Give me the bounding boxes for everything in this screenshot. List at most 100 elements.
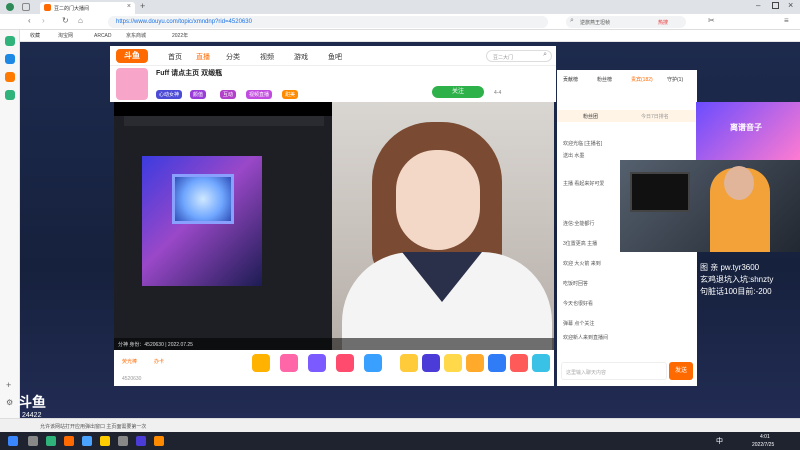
gift-icon[interactable] xyxy=(422,354,440,372)
sidebar-settings-icon[interactable]: ⚙ xyxy=(6,398,13,407)
stage-window xyxy=(172,174,234,224)
home-icon[interactable]: ⌂ xyxy=(78,16,83,25)
chat-tab[interactable]: 贵宾(182) xyxy=(631,76,653,83)
gift-icon[interactable] xyxy=(488,354,506,372)
start-icon[interactable] xyxy=(8,436,18,446)
search-icon[interactable] xyxy=(28,436,38,446)
browser-taskbar-icon[interactable] xyxy=(46,436,56,446)
overlay-line: 玄鸡退坑入坑:shnzty xyxy=(700,275,774,284)
tab-close-icon[interactable]: × xyxy=(127,3,131,10)
chat-message: 欢迎新人来到直播间 xyxy=(563,335,609,341)
chat-message: 弹幕 点个关注 xyxy=(563,321,595,327)
send-button[interactable]: 发送 xyxy=(669,362,693,380)
nav-yuba[interactable]: 鱼吧 xyxy=(328,52,342,62)
input-language[interactable]: 中 xyxy=(716,436,723,446)
window-close-icon[interactable]: × xyxy=(788,0,793,10)
gift-icon[interactable] xyxy=(252,354,270,372)
nav-game[interactable]: 游戏 xyxy=(294,52,308,62)
chat-tab[interactable]: 守护(1) xyxy=(667,76,683,83)
gift-icon[interactable] xyxy=(400,354,418,372)
gift-icon[interactable] xyxy=(444,354,462,372)
streamer-video xyxy=(332,102,554,350)
sidebar-app-icon[interactable] xyxy=(5,72,15,82)
gift-icon[interactable] xyxy=(280,354,298,372)
douyu-watermark: 斗鱼 xyxy=(18,394,46,410)
browser-icon[interactable] xyxy=(6,3,14,11)
browser-search-text: 逆旅燕王坦帧 xyxy=(580,20,611,26)
nav-home[interactable]: 首页 xyxy=(168,52,182,62)
forward-icon[interactable]: › xyxy=(42,16,45,25)
window-maximize-icon[interactable] xyxy=(772,2,779,9)
bookmark-item[interactable]: 京东商城 xyxy=(126,32,146,40)
hot-badge: 热搜 xyxy=(658,20,669,26)
nav-live[interactable]: 直播 xyxy=(196,52,210,62)
app-taskbar-icon[interactable] xyxy=(82,436,92,446)
site-search-input[interactable]: 豆二大门 ⌕ xyxy=(486,50,552,62)
menu-icon[interactable] xyxy=(22,3,30,11)
chat-input[interactable]: 这里输入聊天内容 xyxy=(561,362,667,380)
gift-icon[interactable] xyxy=(510,354,528,372)
bookmark-item[interactable]: 2022年 xyxy=(172,32,188,40)
video-player[interactable]: 分神 身份：4520630 | 2022.07.25 xyxy=(114,102,554,350)
site-search-icon[interactable]: ⌕ xyxy=(543,51,547,59)
bookmark-item[interactable]: 收藏 xyxy=(30,32,40,40)
gift-icon[interactable] xyxy=(308,354,326,372)
chat-message: 连信:全能都行 xyxy=(563,221,595,227)
fan-club-title: 粉丝团 xyxy=(583,114,599,120)
streamer-avatar[interactable] xyxy=(116,68,148,100)
nav-video[interactable]: 视频 xyxy=(260,52,274,62)
extensions-icon[interactable]: ✂ xyxy=(708,16,715,25)
bookmark-item[interactable]: ARCAD xyxy=(94,32,112,40)
sidebar-add-icon[interactable]: + xyxy=(6,380,11,390)
promo-banner[interactable]: 离谱音子 xyxy=(696,102,800,160)
bookmark-item[interactable]: 淘宝网 xyxy=(58,32,73,40)
sidebar-app-icon[interactable] xyxy=(5,90,15,100)
room-header: Fuff 请点主页 双缎瓶 心动女神 颜值 互动 视频直播 甜美 关注 4-4 xyxy=(110,66,556,102)
window-minimize-icon[interactable]: – xyxy=(756,1,760,10)
url-field[interactable]: https://www.douyu.com/topic/xmndnp?rid=4… xyxy=(108,16,548,28)
room-tag[interactable]: 心动女神 xyxy=(156,90,183,99)
gift-label[interactable]: 荧光棒 xyxy=(122,358,137,365)
clock-date[interactable]: 2022/7/25 xyxy=(752,442,774,448)
site-nav: 斗鱼 首页 直播 分类 视频 游戏 鱼吧 豆二大门 ⌕ xyxy=(110,46,556,66)
room-tag[interactable]: 互动 xyxy=(220,90,237,99)
app-taskbar-icon[interactable] xyxy=(154,436,164,446)
gift-icon[interactable] xyxy=(532,354,550,372)
chat-tab[interactable]: 贡献榜 xyxy=(563,76,578,83)
room-tag[interactable]: 甜美 xyxy=(282,90,299,99)
address-toolbar: ‹ › ↻ ⌂ https://www.douyu.com/topic/xmnd… xyxy=(0,14,800,30)
room-tag[interactable]: 视频直播 xyxy=(246,90,273,99)
app-taskbar-icon[interactable] xyxy=(118,436,128,446)
sidebar-app-icon[interactable] xyxy=(5,54,15,64)
reload-icon[interactable]: ↻ xyxy=(62,16,69,25)
cam-person-head xyxy=(724,166,754,200)
sidebar-app-icon[interactable] xyxy=(5,36,15,46)
nav-category[interactable]: 分类 xyxy=(226,52,240,62)
browser-tab[interactable]: 豆二的门大播间 × xyxy=(40,2,135,14)
chat-message: 送出 水墨 xyxy=(563,153,585,159)
chat-tab[interactable]: 粉丝榜 xyxy=(597,76,612,83)
danmaku-hint: 4520630 xyxy=(122,376,142,382)
gift-icon[interactable] xyxy=(466,354,484,372)
app-taskbar-icon[interactable] xyxy=(136,436,146,446)
fan-club-header: 粉丝团 今日7日排名 xyxy=(557,110,697,122)
app-taskbar-icon[interactable] xyxy=(64,436,74,446)
player-controlbar: 分神 身份：4520630 | 2022.07.25 xyxy=(114,338,554,350)
app-taskbar-icon[interactable] xyxy=(100,436,110,446)
gift-icon[interactable] xyxy=(364,354,382,372)
gift-icon[interactable] xyxy=(336,354,354,372)
browser-search-box[interactable]: ⌕ 逆旅燕王坦帧 热搜 xyxy=(566,16,686,28)
clock-time[interactable]: 4:01 xyxy=(760,434,770,440)
back-icon[interactable]: ‹ xyxy=(28,16,31,25)
settings-icon[interactable]: ≡ xyxy=(784,16,789,25)
room-tag[interactable]: 颜值 xyxy=(190,90,207,99)
browser-sidebar: + ⚙ xyxy=(0,30,20,420)
gift-label[interactable]: 办卡 xyxy=(154,358,164,365)
chat-message: 主播 看起来好可爱 xyxy=(563,181,605,187)
chat-message: 吃饭时回答 xyxy=(563,281,589,287)
new-tab-icon[interactable]: + xyxy=(140,1,145,11)
capture-toolbar xyxy=(124,116,324,126)
viewer-count: 4-4 xyxy=(494,90,502,96)
site-logo[interactable]: 斗鱼 xyxy=(116,49,148,63)
follow-button[interactable]: 关注 xyxy=(432,86,484,98)
